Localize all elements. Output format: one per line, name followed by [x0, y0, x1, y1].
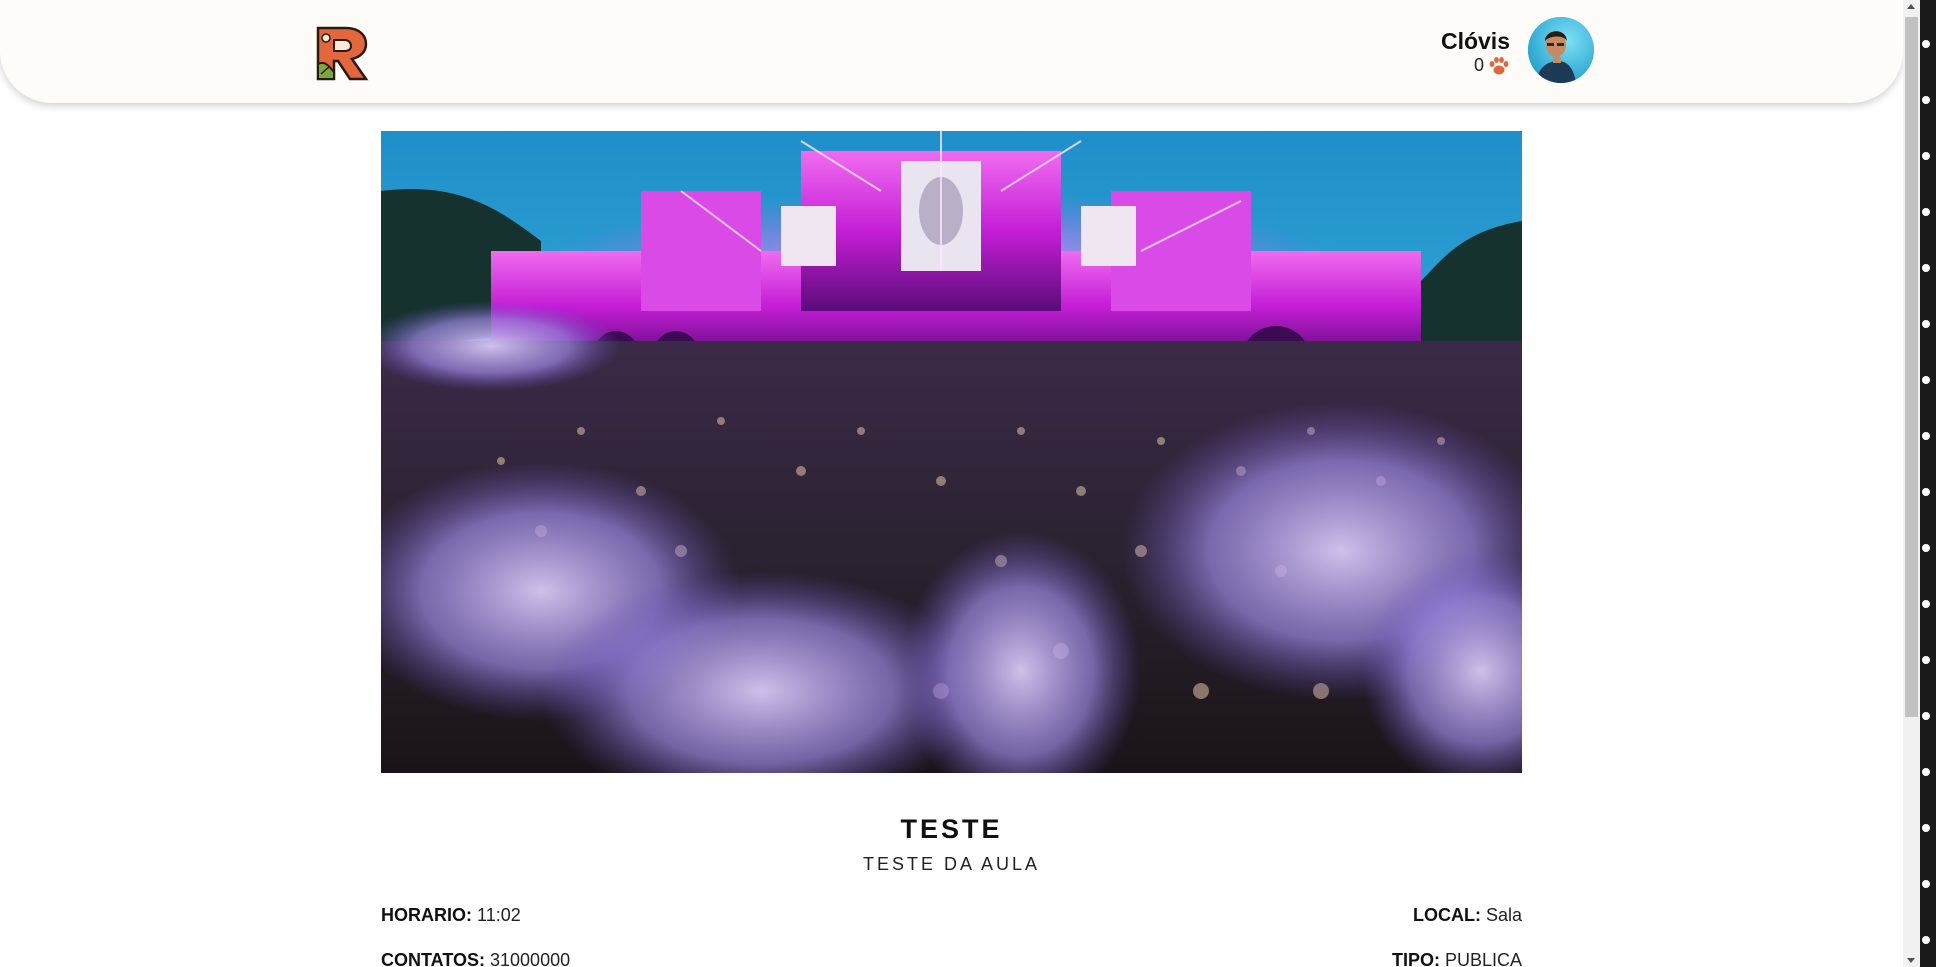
field-horario-label: HORARIO:: [381, 905, 472, 925]
strip-dot: [1922, 768, 1930, 776]
strip-dot: [1922, 152, 1930, 160]
user-name[interactable]: Clóvis: [1441, 28, 1510, 55]
field-horario: HORARIO: 11:02: [381, 905, 521, 926]
strip-dot: [1922, 488, 1930, 496]
user-stats: 0: [1474, 55, 1510, 76]
strip-dot: [1922, 376, 1930, 384]
strip-dot: [1922, 40, 1930, 48]
field-local-value: Sala: [1485, 905, 1522, 925]
scroll-thumb[interactable]: [1905, 17, 1918, 717]
strip-dot: [1922, 208, 1930, 216]
strip-dot: [1922, 432, 1930, 440]
field-contatos-label: CONTATOS:: [381, 950, 485, 967]
field-tipo: TIPO: PUBLICA: [1392, 950, 1522, 967]
field-contatos: CONTATOS: 31000000: [381, 950, 570, 967]
avatar-photo-icon: [1528, 17, 1594, 83]
app-root: Clóvis 0 TESTE TESTE DA AULA HORARIO: 11…: [0, 0, 1936, 967]
field-local: LOCAL: Sala: [1413, 905, 1522, 926]
user-count: 0: [1473, 55, 1484, 75]
strip-dot: [1922, 320, 1930, 328]
field-local-label: LOCAL:: [1412, 905, 1481, 925]
field-tipo-label: TIPO:: [1391, 950, 1440, 967]
strip-dot: [1922, 936, 1930, 944]
scroll-up-arrow-icon[interactable]: [1907, 4, 1915, 9]
event-title: TESTE: [900, 814, 1003, 845]
logo-icon: [316, 26, 369, 81]
strip-dot: [1922, 264, 1930, 272]
field-tipo-value: PUBLICA: [1444, 950, 1522, 967]
side-panel-strip: [1920, 0, 1936, 967]
festival-crowd-photo-icon: [381, 131, 1522, 773]
scroll-down-arrow-icon[interactable]: [1907, 958, 1915, 963]
strip-dot: [1922, 656, 1930, 664]
strip-dot: [1922, 600, 1930, 608]
event-image: [381, 131, 1522, 773]
event-subtitle: TESTE DA AULA: [862, 854, 1041, 874]
strip-dot: [1922, 96, 1930, 104]
paw-icon: [1489, 56, 1509, 74]
user-avatar[interactable]: [1528, 17, 1594, 83]
strip-dot: [1922, 712, 1930, 720]
strip-dot: [1922, 824, 1930, 832]
field-contatos-value: 31000000: [490, 950, 571, 967]
strip-dot: [1922, 544, 1930, 552]
field-horario-value: 11:02: [477, 905, 521, 925]
strip-dot: [1922, 880, 1930, 888]
app-logo[interactable]: [312, 24, 370, 82]
top-header: Clóvis 0: [0, 0, 1903, 103]
page-scrollbar[interactable]: [1903, 0, 1920, 967]
